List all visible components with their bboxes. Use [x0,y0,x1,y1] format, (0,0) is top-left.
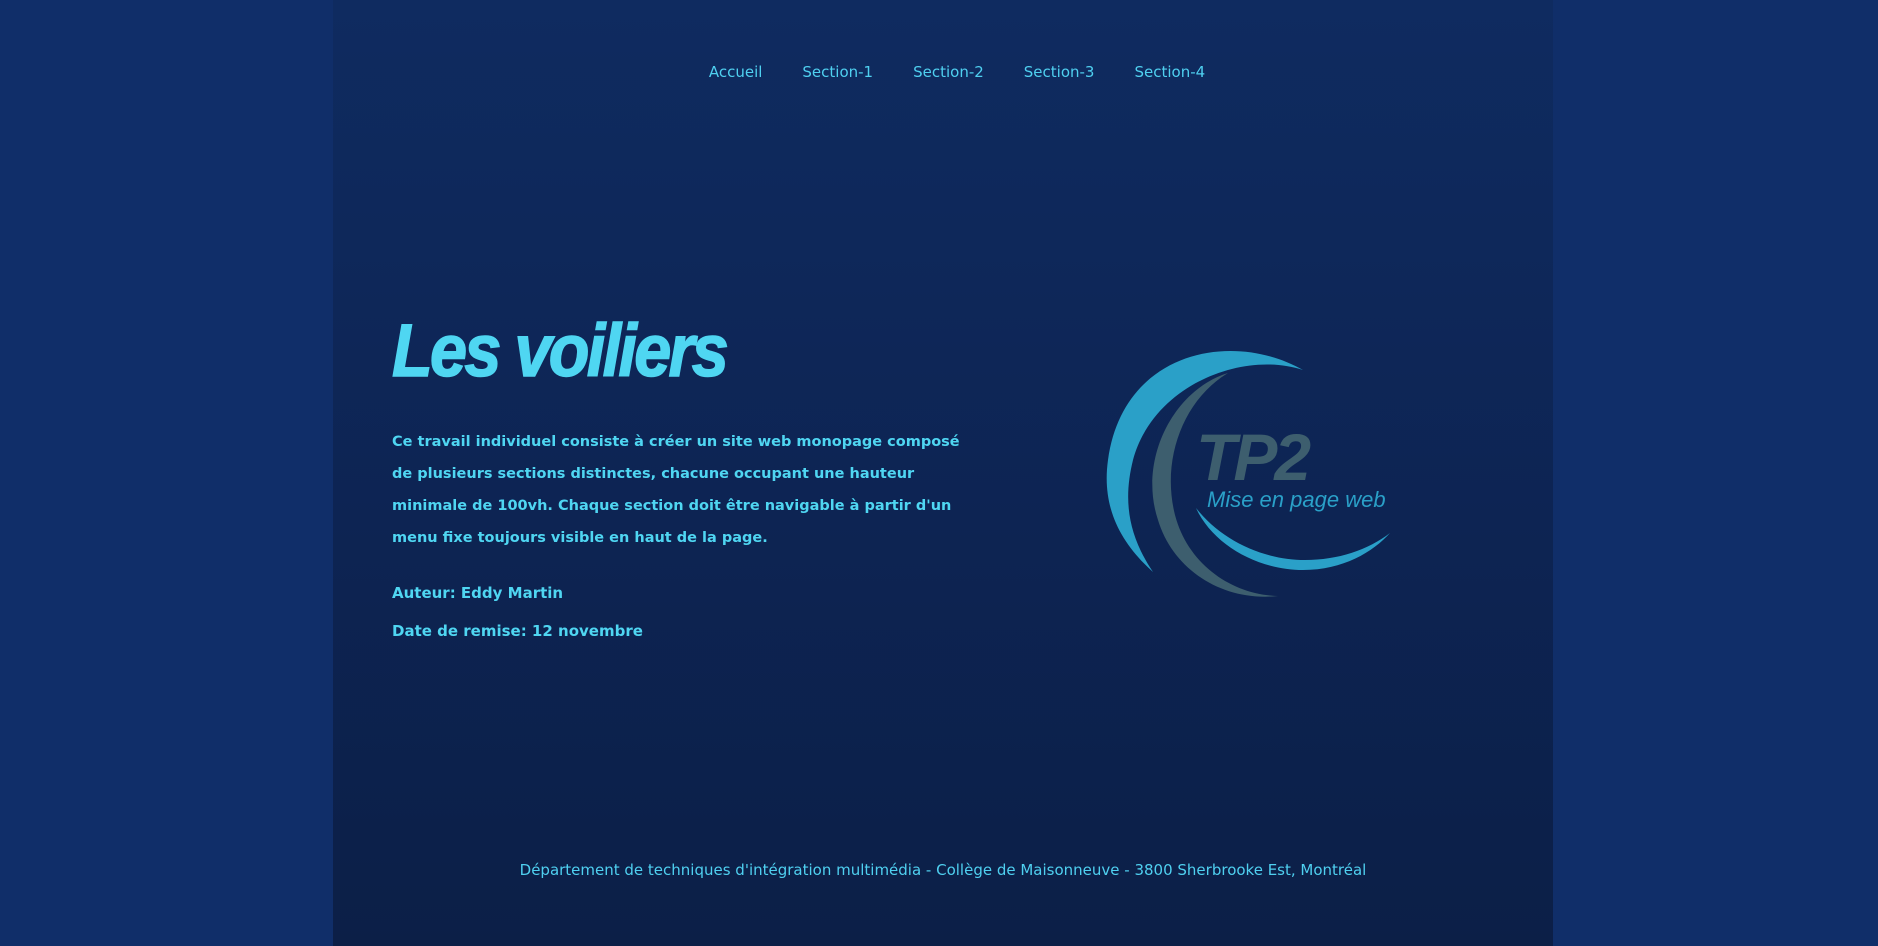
nav-item-section-2[interactable]: Section-2 [913,62,984,82]
nav-item-accueil[interactable]: Accueil [709,62,763,82]
page-title: Les voiliers [391,308,729,393]
footer-text: Département de techniques d'intégration … [519,861,1367,879]
tp2-logo: TP2 Mise en page web [1106,350,1390,597]
due-date-line: Date de remise: 12 novembre [392,622,643,640]
page-panel: Accueil Section-1 Section-2 Section-3 Se… [333,0,1553,946]
logo-title: TP2 [1196,420,1311,494]
author-line: Auteur: Eddy Martin [392,584,564,602]
logo-subtitle: Mise en page web [1207,487,1386,512]
nav-item-section-1[interactable]: Section-1 [802,62,873,82]
nav-item-section-3[interactable]: Section-3 [1024,62,1095,82]
main-nav: Accueil Section-1 Section-2 Section-3 Se… [333,62,1553,82]
nav-item-section-4[interactable]: Section-4 [1134,62,1205,82]
hero-description: Ce travail individuel consiste à créer u… [392,434,960,546]
logo-arc-bottom [1196,508,1390,570]
